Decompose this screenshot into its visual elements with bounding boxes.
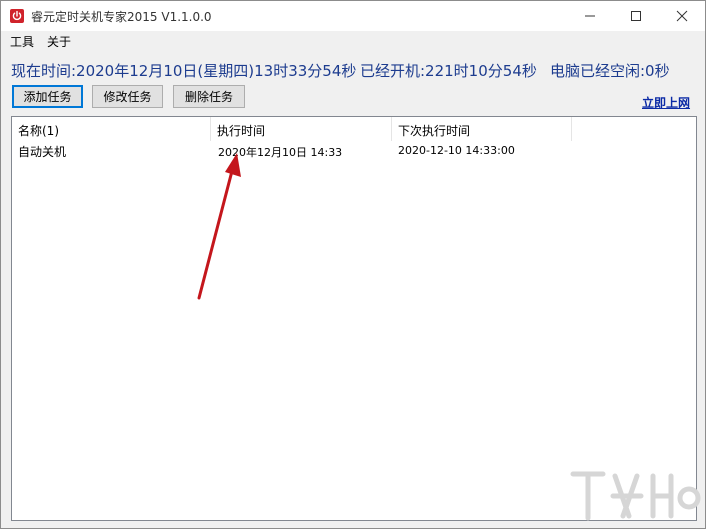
column-header-exec-time[interactable]: 执行时间: [211, 117, 392, 141]
menu-bar: 工具 关于: [1, 31, 705, 51]
edit-task-button[interactable]: 修改任务: [92, 85, 163, 108]
task-list[interactable]: 名称(1) 执行时间 下次执行时间 自动关机 2020年12月10日 14:33…: [11, 116, 697, 521]
maximize-icon: [631, 11, 641, 21]
add-task-button[interactable]: 添加任务: [12, 85, 83, 108]
online-link[interactable]: 立即上网: [642, 94, 690, 111]
current-time-text: 现在时间:2020年12月10日(星期四)13时33分54秒: [11, 62, 357, 80]
close-button[interactable]: [659, 1, 705, 31]
minimize-button[interactable]: [567, 1, 613, 31]
window-title: 睿元定时关机专家2015 V1.1.0.0: [31, 10, 212, 24]
minimize-icon: [585, 15, 595, 17]
column-header-next-time[interactable]: 下次执行时间: [392, 117, 572, 141]
power-icon: [10, 9, 24, 23]
title-bar[interactable]: 睿元定时关机专家2015 V1.1.0.0: [1, 1, 705, 31]
idle-time-text: 电脑已经空闲:0秒: [550, 62, 670, 80]
uptime-text: 已经开机:221时10分54秒: [360, 62, 537, 80]
list-header: 名称(1) 执行时间 下次执行时间: [12, 117, 696, 141]
close-icon: [676, 10, 688, 22]
app-window: 睿元定时关机专家2015 V1.1.0.0 工具 关于 现在时间:2020年12…: [0, 0, 706, 529]
column-header-name[interactable]: 名称(1): [12, 117, 211, 141]
menu-about[interactable]: 关于: [46, 33, 72, 50]
maximize-button[interactable]: [613, 1, 659, 31]
task-name-cell: 自动关机: [18, 145, 67, 159]
task-exec-time-cell: 2020年12月10日 14:33: [218, 146, 343, 159]
table-row[interactable]: 自动关机 2020年12月10日 14:33 2020-12-10 14:33:…: [12, 141, 696, 161]
delete-task-button[interactable]: 删除任务: [173, 85, 245, 108]
task-next-time-cell: 2020-12-10 14:33:00: [398, 144, 515, 157]
menu-tools[interactable]: 工具: [9, 33, 35, 50]
